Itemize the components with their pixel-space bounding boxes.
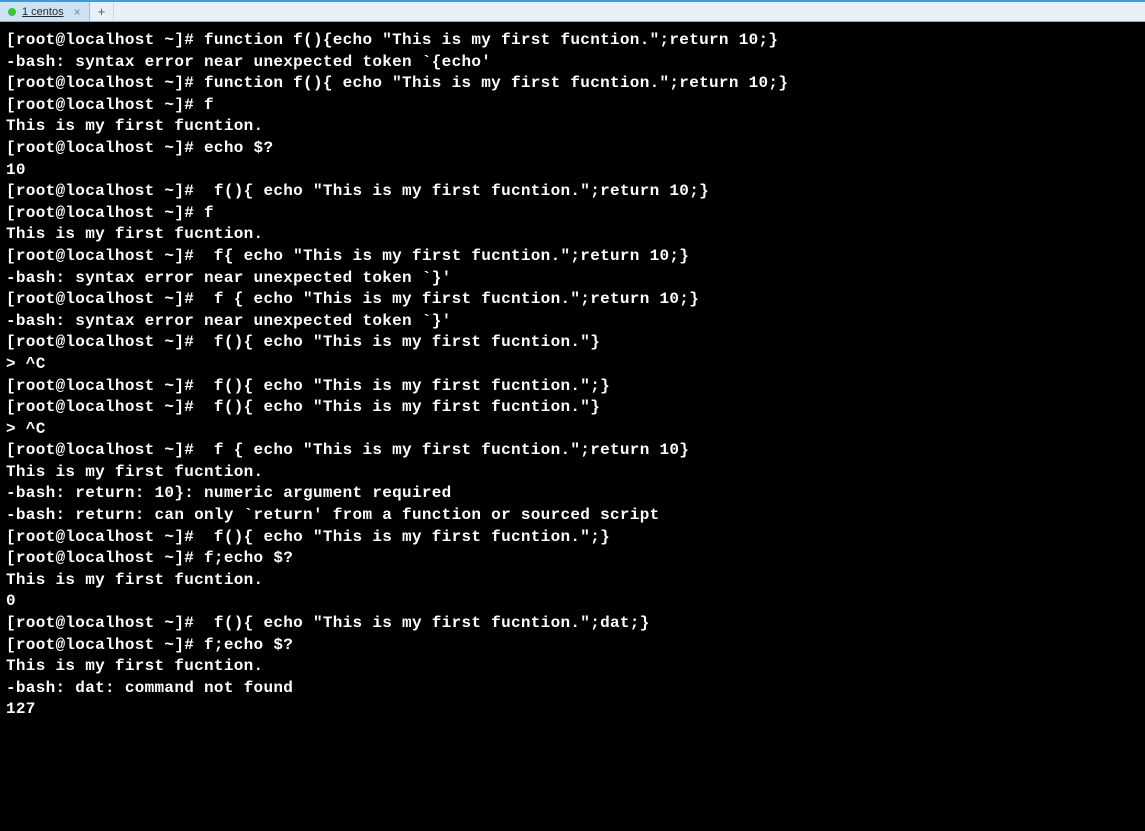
terminal-line: -bash: syntax error near unexpected toke… [6, 268, 1139, 290]
terminal-line: -bash: dat: command not found [6, 678, 1139, 700]
terminal-line: [root@localhost ~]# f [6, 203, 1139, 225]
terminal-line: This is my first fucntion. [6, 656, 1139, 678]
terminal-line: 10 [6, 160, 1139, 182]
terminal-line: This is my first fucntion. [6, 116, 1139, 138]
terminal-line: [root@localhost ~]# f(){ echo "This is m… [6, 376, 1139, 398]
terminal-line: [root@localhost ~]# f;echo $? [6, 635, 1139, 657]
tab-label: 1 centos [22, 6, 64, 18]
tab-centos[interactable]: 1 centos × [0, 2, 90, 21]
terminal-line: [root@localhost ~]# f { echo "This is my… [6, 289, 1139, 311]
terminal-line: This is my first fucntion. [6, 462, 1139, 484]
close-icon[interactable]: × [74, 5, 81, 19]
terminal-line: -bash: syntax error near unexpected toke… [6, 52, 1139, 74]
terminal-line: [root@localhost ~]# function f(){echo "T… [6, 30, 1139, 52]
status-dot-icon [8, 8, 16, 16]
terminal-line: [root@localhost ~]# f(){ echo "This is m… [6, 527, 1139, 549]
plus-icon: + [98, 4, 106, 19]
terminal-line: [root@localhost ~]# f(){ echo "This is m… [6, 397, 1139, 419]
terminal-line: This is my first fucntion. [6, 224, 1139, 246]
terminal-line: -bash: return: can only `return' from a … [6, 505, 1139, 527]
terminal-line: This is my first fucntion. [6, 570, 1139, 592]
terminal-line: -bash: syntax error near unexpected toke… [6, 311, 1139, 333]
terminal-line: [root@localhost ~]# f [6, 95, 1139, 117]
terminal-line: 0 [6, 591, 1139, 613]
terminal-line: [root@localhost ~]# f(){ echo "This is m… [6, 181, 1139, 203]
add-tab-button[interactable]: + [90, 2, 115, 21]
terminal-line: [root@localhost ~]# f{ echo "This is my … [6, 246, 1139, 268]
terminal-line: 127 [6, 699, 1139, 721]
terminal-line: -bash: return: 10}: numeric argument req… [6, 483, 1139, 505]
terminal-line: [root@localhost ~]# f;echo $? [6, 548, 1139, 570]
terminal-line: [root@localhost ~]# f { echo "This is my… [6, 440, 1139, 462]
terminal-line: [root@localhost ~]# f(){ echo "This is m… [6, 332, 1139, 354]
terminal-output[interactable]: [root@localhost ~]# function f(){echo "T… [0, 22, 1145, 831]
terminal-line: > ^C [6, 419, 1139, 441]
terminal-line: [root@localhost ~]# echo $? [6, 138, 1139, 160]
tab-bar: 1 centos × + [0, 0, 1145, 22]
terminal-line: > ^C [6, 354, 1139, 376]
terminal-line: [root@localhost ~]# function f(){ echo "… [6, 73, 1139, 95]
terminal-line: [root@localhost ~]# f(){ echo "This is m… [6, 613, 1139, 635]
